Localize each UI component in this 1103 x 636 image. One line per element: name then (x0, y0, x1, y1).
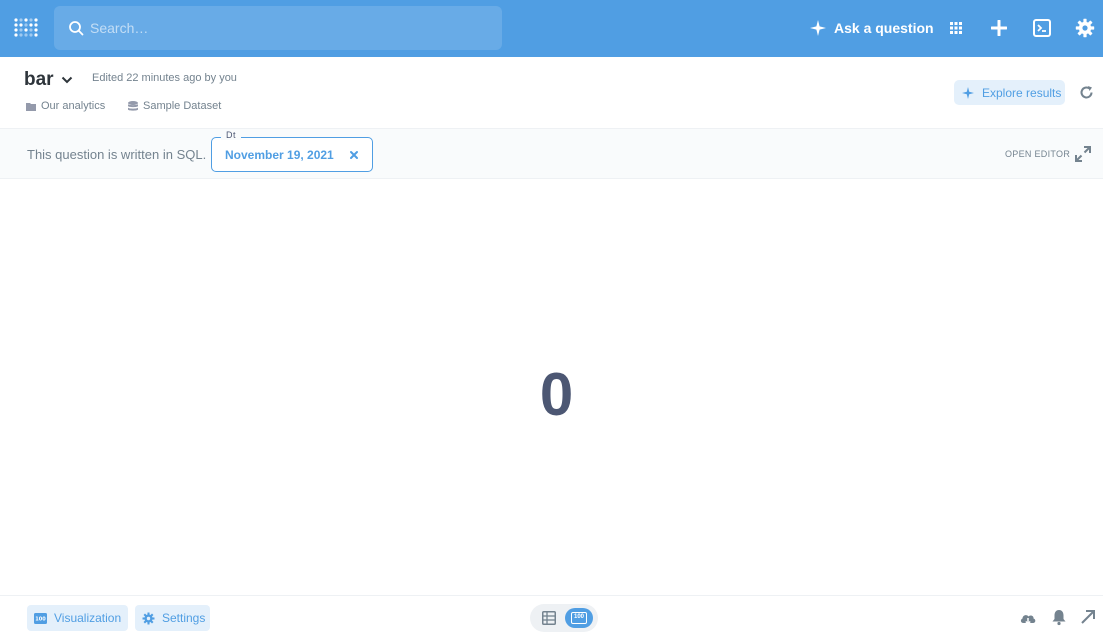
search-icon (69, 21, 84, 36)
table-viz-toggle[interactable]: 100 (530, 604, 598, 632)
share-arrow-icon[interactable] (1079, 608, 1097, 626)
native-query-filter-bar: This question is written in SQL. Dt Nove… (0, 128, 1103, 179)
sparkle-icon (962, 86, 974, 99)
database-breadcrumb[interactable]: Sample Dataset (128, 100, 221, 112)
number-viz-icon: 100 (571, 612, 587, 624)
settings-button[interactable]: Settings (135, 605, 210, 631)
bell-icon[interactable] (1050, 608, 1068, 626)
grid-icon[interactable] (946, 18, 966, 38)
folder-icon (26, 102, 36, 111)
plus-icon[interactable] (989, 18, 1009, 38)
gear-icon (142, 612, 155, 624)
collection-name: Our analytics (41, 100, 106, 112)
collection-breadcrumb[interactable]: Our analytics (26, 100, 105, 112)
sparkle-icon (810, 20, 826, 36)
filter-name-label: Dt (221, 130, 241, 140)
chevron-down-icon[interactable] (60, 73, 74, 87)
last-edited-info[interactable]: Edited 22 minutes ago by you (92, 72, 237, 84)
number-viz-icon: 100 (34, 612, 47, 624)
visualization-button[interactable]: 100 Visualization (27, 605, 128, 631)
filter-value[interactable]: November 19, 2021 (225, 148, 334, 162)
terminal-icon[interactable] (1032, 18, 1052, 38)
gear-icon[interactable] (1075, 18, 1095, 38)
question-title[interactable]: bar (24, 69, 54, 91)
metabase-app: Search… Ask a question bar Edited 22 min… (0, 0, 1103, 636)
top-navbar: Search… Ask a question (0, 0, 1103, 57)
refresh-icon[interactable] (1079, 85, 1094, 100)
table-icon[interactable] (542, 611, 556, 625)
search-input[interactable]: Search… (90, 20, 148, 36)
search-bar[interactable]: Search… (54, 6, 502, 50)
visualization-label: Visualization (54, 611, 122, 625)
ask-question-label: Ask a question (834, 20, 934, 36)
metabase-logo-icon[interactable] (14, 16, 38, 40)
ask-question-button[interactable]: Ask a question (810, 18, 934, 38)
date-filter-widget[interactable]: Dt November 19, 2021 (211, 130, 373, 172)
svg-text:100: 100 (35, 616, 46, 622)
sql-notice: This question is written in SQL. (27, 147, 207, 162)
database-icon (128, 100, 138, 111)
explore-results-button[interactable]: Explore results (954, 80, 1065, 105)
settings-label: Settings (162, 611, 206, 625)
explore-results-label: Explore results (982, 85, 1062, 100)
scalar-value: 0 (539, 361, 574, 428)
database-name: Sample Dataset (143, 100, 222, 112)
download-icon[interactable] (1019, 609, 1037, 627)
number-viz-toggle[interactable]: 100 (565, 608, 593, 628)
expand-icon[interactable] (1074, 145, 1092, 163)
open-editor-link[interactable]: OPEN EDITOR (1005, 149, 1070, 159)
view-footer: 100 Visualization Settings 100 (0, 595, 1103, 636)
close-icon[interactable] (348, 149, 360, 161)
